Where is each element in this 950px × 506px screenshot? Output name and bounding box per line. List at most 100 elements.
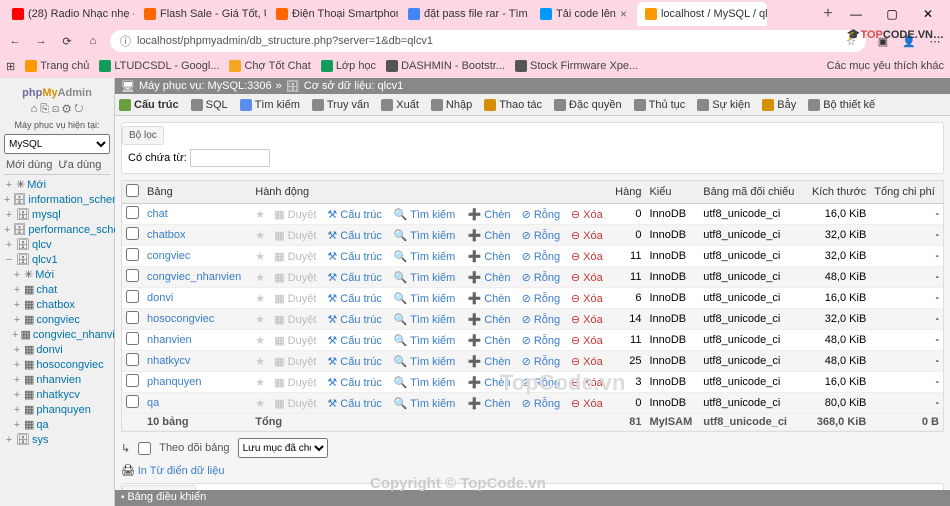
empty-action[interactable]: ⊘ Rỗng	[522, 398, 561, 410]
browser-tab[interactable]: Điện Thoại Smartphone/Ph×	[268, 2, 398, 26]
forward-button[interactable]: →	[32, 35, 50, 47]
search-action[interactable]: 🔍 Tìm kiếm	[394, 272, 456, 284]
table-name-link[interactable]: qa	[147, 397, 159, 409]
tree-node[interactable]: +▦ donvi	[4, 342, 110, 357]
row-checkbox[interactable]	[126, 269, 139, 282]
tree-node[interactable]: +🗄 mysql	[4, 207, 110, 222]
expand-icon[interactable]: −	[4, 254, 14, 266]
browse-action[interactable]: ▦ Duyệt	[274, 230, 316, 242]
node-link[interactable]: sys	[32, 434, 49, 446]
empty-action[interactable]: ⊘ Rỗng	[522, 209, 561, 221]
search-action[interactable]: 🔍 Tìm kiếm	[394, 356, 456, 368]
tree-node[interactable]: +▦ hosocongviec	[4, 357, 110, 372]
crumb-server[interactable]: Máy phục vụ: MySQL:3306	[139, 80, 272, 92]
browse-action[interactable]: ▦ Duyệt	[274, 293, 316, 305]
search-action[interactable]: 🔍 Tìm kiếm	[394, 398, 456, 410]
empty-action[interactable]: ⊘ Rỗng	[522, 356, 561, 368]
drop-action[interactable]: ⊖ Xóa	[571, 377, 603, 389]
tree-node[interactable]: +▦ congviec_nhanvien	[4, 327, 110, 342]
close-tab-icon[interactable]: ×	[620, 7, 627, 21]
row-checkbox[interactable]	[126, 395, 139, 408]
row-checkbox[interactable]	[126, 206, 139, 219]
bookmark-item[interactable]: DASHMIN - Bootstr...	[386, 60, 505, 72]
structure-action[interactable]: ⚒ Cấu trúc	[327, 272, 382, 284]
search-action[interactable]: 🔍 Tìm kiếm	[394, 377, 456, 389]
row-checkbox[interactable]	[126, 353, 139, 366]
structure-action[interactable]: ⚒ Cấu trúc	[327, 314, 382, 326]
browser-tab[interactable]: localhost / MySQL / qlcv1×	[637, 2, 767, 26]
browse-action[interactable]: ▦ Duyệt	[274, 314, 316, 326]
expand-icon[interactable]: +	[12, 419, 22, 431]
back-button[interactable]: ←	[6, 35, 24, 47]
search-action[interactable]: 🔍 Tìm kiếm	[394, 251, 456, 263]
empty-action[interactable]: ⊘ Rỗng	[522, 251, 561, 263]
th-rows[interactable]: Hàng	[609, 181, 645, 204]
structure-action[interactable]: ⚒ Cấu trúc	[327, 209, 382, 221]
insert-action[interactable]: ➕ Chèn	[467, 272, 510, 284]
th-table[interactable]: Bảng	[143, 181, 251, 204]
drop-action[interactable]: ⊖ Xóa	[571, 398, 603, 410]
row-checkbox[interactable]	[126, 332, 139, 345]
table-name-link[interactable]: phanquyen	[147, 376, 201, 388]
tree-node[interactable]: +🗄 information_schema	[4, 192, 110, 207]
node-link[interactable]: nhanvien	[36, 374, 81, 386]
drop-action[interactable]: ⊖ Xóa	[571, 209, 603, 221]
node-link[interactable]: qa	[36, 419, 48, 431]
main-tab[interactable]: Bộ thiết kế	[808, 99, 875, 111]
empty-action[interactable]: ⊘ Rỗng	[522, 272, 561, 284]
url-input[interactable]: ⓘ localhost/phpmyadmin/db_structure.php?…	[110, 30, 866, 52]
tree-node[interactable]: +▦ phanquyen	[4, 402, 110, 417]
table-name-link[interactable]: nhanvien	[147, 334, 192, 346]
main-tab[interactable]: Cấu trúc	[119, 99, 179, 111]
star-icon[interactable]: ★	[255, 272, 265, 284]
star-icon[interactable]: ★	[255, 230, 265, 242]
empty-action[interactable]: ⊘ Rỗng	[522, 293, 561, 305]
browse-action[interactable]: ▦ Duyệt	[274, 209, 316, 221]
main-tab[interactable]: Đặc quyền	[554, 99, 622, 111]
main-tab[interactable]: SQL	[191, 99, 228, 111]
table-name-link[interactable]: congviec_nhanvien	[147, 271, 241, 283]
empty-action[interactable]: ⊘ Rỗng	[522, 377, 561, 389]
main-tab[interactable]: Thủ tục	[634, 99, 686, 111]
expand-icon[interactable]: +	[12, 314, 22, 326]
browser-tab[interactable]: đặt pass file rar - Tìm trên×	[400, 2, 530, 26]
browse-action[interactable]: ▦ Duyệt	[274, 272, 316, 284]
th-type[interactable]: Kiểu	[645, 181, 699, 204]
browse-action[interactable]: ▦ Duyệt	[274, 356, 316, 368]
row-checkbox[interactable]	[126, 311, 139, 324]
node-link[interactable]: congviec_nhanvien	[33, 329, 127, 341]
insert-action[interactable]: ➕ Chèn	[467, 356, 510, 368]
row-checkbox[interactable]	[126, 248, 139, 261]
tree-node[interactable]: +▦ nhatkycv	[4, 387, 110, 402]
star-icon[interactable]: ★	[255, 377, 265, 389]
expand-icon[interactable]: +	[12, 404, 22, 416]
drop-action[interactable]: ⊖ Xóa	[571, 272, 603, 284]
maximize-button[interactable]: ▢	[874, 7, 910, 21]
drop-action[interactable]: ⊖ Xóa	[571, 356, 603, 368]
tree-node[interactable]: +✳ Mới	[4, 267, 110, 282]
main-tab[interactable]: Xuất	[381, 99, 419, 111]
bookmark-item[interactable]: Chợ Tốt Chat	[229, 60, 310, 72]
th-overhead[interactable]: Tổng chi phí	[870, 181, 943, 204]
structure-action[interactable]: ⚒ Cấu trúc	[327, 398, 382, 410]
expand-icon[interactable]: +	[4, 179, 14, 191]
expand-icon[interactable]: +	[12, 359, 22, 371]
insert-action[interactable]: ➕ Chèn	[467, 377, 510, 389]
table-name-link[interactable]: donvi	[147, 292, 173, 304]
search-action[interactable]: 🔍 Tìm kiếm	[394, 230, 456, 242]
node-link[interactable]: Mới	[35, 269, 54, 281]
checkall[interactable]	[126, 184, 139, 197]
with-selected[interactable]: Lưu mục đã chọn	[238, 438, 328, 458]
console-bar[interactable]: ▪ Bảng điều khiển	[115, 490, 950, 506]
node-link[interactable]: mysql	[32, 209, 61, 221]
bookmark-item[interactable]: Stock Firmware Xpe...	[515, 60, 638, 72]
node-link[interactable]: donvi	[36, 344, 62, 356]
empty-action[interactable]: ⊘ Rỗng	[522, 335, 561, 347]
drop-action[interactable]: ⊖ Xóa	[571, 230, 603, 242]
insert-action[interactable]: ➕ Chèn	[467, 398, 510, 410]
main-tab[interactable]: Sự kiện	[697, 99, 750, 111]
sidebar-toolbar[interactable]: ⌂ ⎘ ⊡ ⚙ ↻	[4, 101, 110, 118]
tree-node[interactable]: +🗄 performance_schema	[4, 222, 110, 237]
main-tab[interactable]: Nhập	[431, 99, 472, 111]
node-link[interactable]: hosocongviec	[36, 359, 103, 371]
